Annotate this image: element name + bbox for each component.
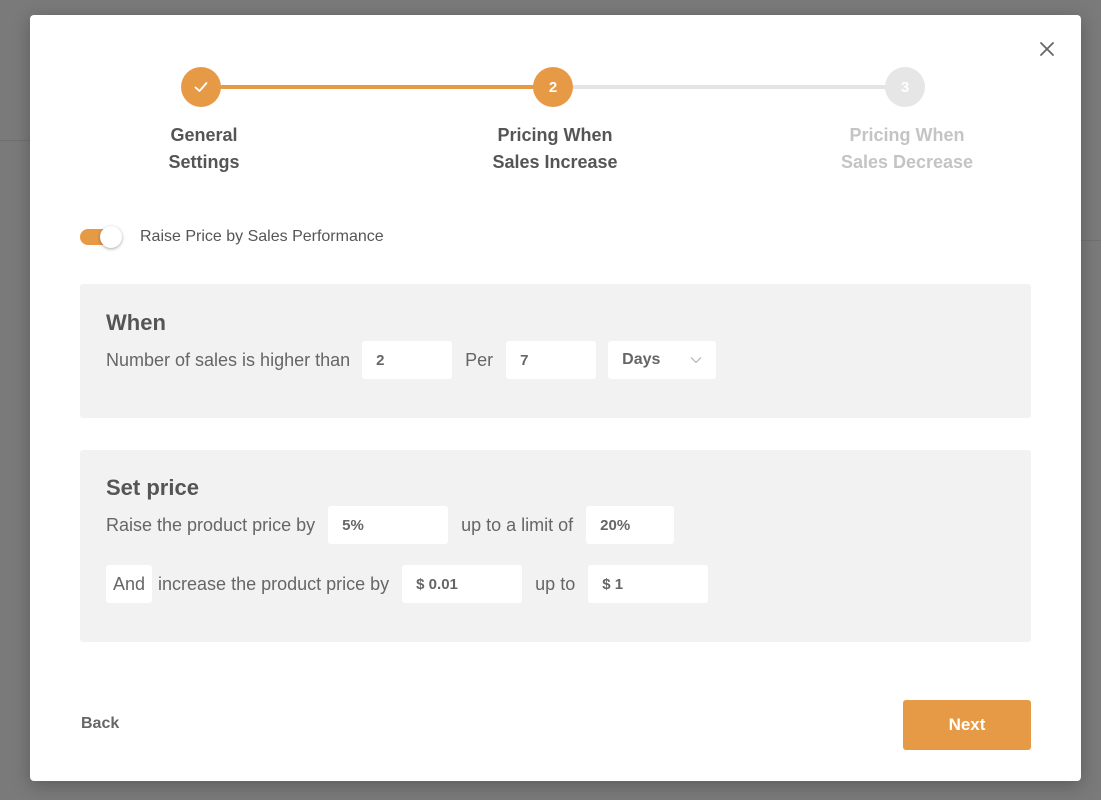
sales-count-input[interactable]: 2 <box>362 341 453 379</box>
step-2-label: Pricing When Sales Increase <box>455 122 655 176</box>
when-panel: When Number of sales is higher than 2 Pe… <box>80 284 1031 418</box>
sales-threshold-text: Number of sales is higher than <box>106 349 351 370</box>
stepper-progress-line <box>220 85 558 89</box>
toggle-knob <box>100 226 122 248</box>
raise-percent-input[interactable]: 5% <box>328 506 449 544</box>
step-3-label-line1: Pricing When <box>849 125 965 145</box>
step-1-circle[interactable] <box>181 67 221 107</box>
and-operator-select[interactable]: And <box>106 565 153 603</box>
increase-price-text: increase the product price by <box>158 573 390 594</box>
next-button[interactable]: Next <box>903 700 1031 750</box>
step-3-label: Pricing When Sales Decrease <box>807 122 1007 176</box>
step-2-label-line2: Sales Increase <box>492 152 618 172</box>
period-unit-select[interactable]: Days <box>608 341 717 379</box>
step-3-circle[interactable]: 3 <box>885 67 925 107</box>
limit-text: up to a limit of <box>461 514 574 535</box>
step-1-label-line2: Settings <box>168 152 240 172</box>
step-3-label-line2: Sales Decrease <box>840 152 974 172</box>
period-unit-value: Days <box>622 351 661 368</box>
step-1-label: General Settings <box>104 122 304 176</box>
per-text: Per <box>465 349 494 370</box>
back-button[interactable]: Back <box>81 715 119 733</box>
chevron-down-icon <box>690 357 702 364</box>
up-to-text: up to <box>535 573 576 594</box>
stepper-remaining-line <box>570 85 900 89</box>
step-3-number: 3 <box>900 78 910 96</box>
check-icon <box>194 82 208 92</box>
set-price-panel: Set price Raise the product price by 5% … <box>80 450 1031 642</box>
max-amount-input[interactable]: $ 1 <box>588 565 709 603</box>
step-1-label-line1: General <box>170 125 238 145</box>
increase-amount-input[interactable]: $ 0.01 <box>402 565 523 603</box>
raise-price-toggle[interactable] <box>80 226 124 248</box>
set-price-title: Set price <box>106 475 199 500</box>
when-row: Number of sales is higher than 2 Per 7 D… <box>106 341 717 379</box>
set-price-row-2: And increase the product price by $ 0.01… <box>106 565 709 603</box>
limit-percent-input[interactable]: 20% <box>586 506 675 544</box>
raise-price-text: Raise the product price by <box>106 514 316 535</box>
set-price-row-1: Raise the product price by 5% up to a li… <box>106 506 675 544</box>
wizard-stepper: 2 3 General Settings Pricing When Sales … <box>30 15 1081 215</box>
raise-price-toggle-row: Raise Price by Sales Performance <box>80 226 384 248</box>
period-value-input[interactable]: 7 <box>506 341 597 379</box>
pricing-wizard-modal: 2 3 General Settings Pricing When Sales … <box>30 15 1081 781</box>
step-2-circle[interactable]: 2 <box>533 67 573 107</box>
when-title: When <box>106 310 166 335</box>
raise-price-toggle-label: Raise Price by Sales Performance <box>140 228 384 245</box>
step-2-number: 2 <box>548 78 558 96</box>
step-2-label-line1: Pricing When <box>497 125 613 145</box>
